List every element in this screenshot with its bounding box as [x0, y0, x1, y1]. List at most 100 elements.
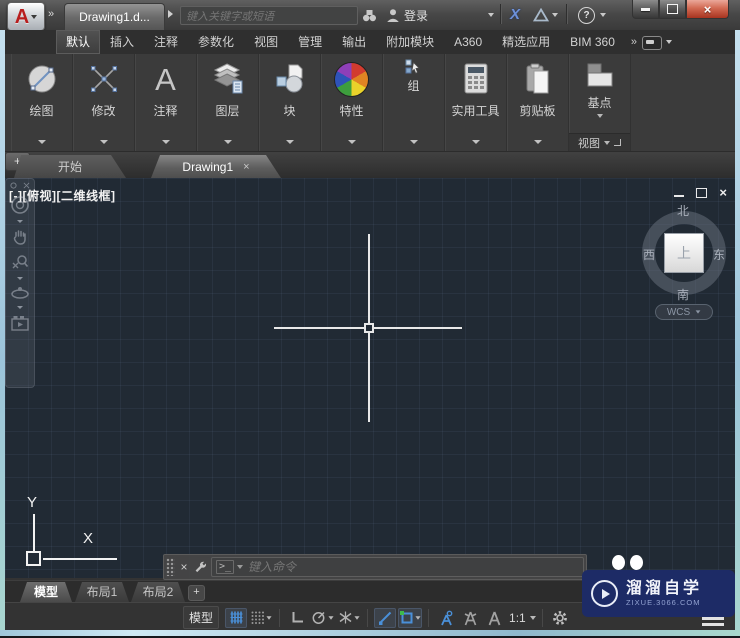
- panel-expand-icon[interactable]: [100, 140, 108, 144]
- minimize-button[interactable]: [632, 0, 659, 19]
- command-drag-grip[interactable]: [166, 558, 175, 576]
- steering-wheel-icon[interactable]: [10, 195, 30, 215]
- ucs-origin-box[interactable]: [26, 551, 41, 566]
- panel-layers[interactable]: 图层: [197, 54, 259, 151]
- pan-hand-icon[interactable]: [11, 228, 29, 246]
- command-input[interactable]: [246, 559, 579, 575]
- ribbon-tab-view[interactable]: 视图: [244, 30, 288, 54]
- new-layout-button[interactable]: +: [188, 585, 205, 601]
- panel-properties[interactable]: 特性: [321, 54, 383, 151]
- panel-expand-icon[interactable]: [410, 140, 418, 144]
- titlebar-document-tab[interactable]: Drawing1.d...: [64, 3, 165, 30]
- search-input[interactable]: [181, 9, 357, 26]
- ribbon-display-options-icon[interactable]: [642, 36, 662, 50]
- base-button-label[interactable]: 基点: [587, 94, 611, 111]
- panel-expand-icon[interactable]: [534, 140, 542, 144]
- panel-expand-icon[interactable]: [162, 140, 170, 144]
- viewcube-north-label[interactable]: 北: [677, 202, 689, 219]
- search-binoculars-icon[interactable]: [362, 6, 377, 24]
- isolate-objects-gear-icon[interactable]: [549, 608, 571, 628]
- close-button[interactable]: ×: [686, 0, 729, 19]
- snap-grid-icon[interactable]: [225, 608, 247, 628]
- panel-expand-icon[interactable]: [286, 140, 294, 144]
- file-tab-close-icon[interactable]: ×: [243, 161, 249, 173]
- polar-dropdown-icon[interactable]: [328, 616, 333, 619]
- command-customize-wrench-icon[interactable]: [193, 560, 207, 574]
- viewcube-west-label[interactable]: 西: [643, 246, 655, 263]
- doc-tab-arrow-icon[interactable]: [168, 10, 173, 18]
- object-snap-tracking-icon[interactable]: [374, 608, 396, 628]
- isometric-drafting-icon[interactable]: [337, 608, 361, 628]
- help-icon[interactable]: ?: [578, 6, 595, 24]
- drawing-canvas[interactable]: [-][俯视][二维线框] × 北 西 东 南 上 WCS: [5, 178, 735, 578]
- user-icon[interactable]: [386, 6, 400, 24]
- drawing-restore-icon[interactable]: [696, 188, 707, 198]
- ortho-mode-icon[interactable]: [286, 608, 308, 628]
- panel-block[interactable]: 块: [259, 54, 321, 151]
- ribbon-tab-annotate[interactable]: 注释: [144, 30, 188, 54]
- wcs-button[interactable]: WCS: [655, 304, 713, 320]
- navigation-bar[interactable]: [5, 178, 35, 388]
- osnap-dropdown-icon[interactable]: [415, 616, 420, 619]
- layout-tab-model[interactable]: 模型: [20, 582, 72, 602]
- file-tab-start[interactable]: 开始: [14, 155, 126, 178]
- drawing-close-icon[interactable]: ×: [719, 187, 727, 199]
- restore-button[interactable]: [659, 0, 686, 19]
- command-prompt-icon[interactable]: >_: [216, 560, 234, 574]
- annotation-scale-icon[interactable]: [483, 608, 505, 628]
- panel-view[interactable]: 基点 视图: [569, 54, 631, 151]
- login-button[interactable]: 登录: [404, 6, 428, 24]
- panel-expand-icon[interactable]: [472, 140, 480, 144]
- dialog-launcher-icon[interactable]: [614, 139, 621, 146]
- command-close-icon[interactable]: ×: [175, 560, 193, 574]
- application-menu-button[interactable]: A: [7, 2, 45, 31]
- panel-expand-icon[interactable]: [348, 140, 356, 144]
- iso-dropdown-icon[interactable]: [354, 616, 359, 619]
- command-recent-dropdown-icon[interactable]: [237, 565, 243, 569]
- panel-annotate[interactable]: A 注释: [135, 54, 197, 151]
- ribbon-tab-manage[interactable]: 管理: [288, 30, 332, 54]
- viewcube-south-label[interactable]: 南: [677, 286, 689, 303]
- help-dropdown-icon[interactable]: [600, 6, 606, 24]
- layout-tab-layout1[interactable]: 布局1: [75, 582, 129, 602]
- object-snap-icon[interactable]: [398, 608, 422, 628]
- viewcube-top-face[interactable]: 上: [664, 233, 704, 273]
- model-space-indicator[interactable]: 模型: [183, 606, 219, 629]
- view-panel-footer[interactable]: 视图: [569, 133, 630, 151]
- panel-clipboard[interactable]: 剪贴板: [507, 54, 569, 151]
- ribbon-tab-bim360[interactable]: BIM 360: [560, 30, 625, 54]
- ribbon-options-dropdown-icon[interactable]: [666, 40, 672, 44]
- orbit-dropdown-icon[interactable]: [17, 306, 23, 309]
- autodesk-exchange-icon[interactable]: X: [510, 5, 520, 23]
- grid-display-icon[interactable]: [249, 608, 273, 628]
- ribbon-tab-a360[interactable]: A360: [444, 30, 492, 54]
- panel-expand-icon[interactable]: [38, 140, 46, 144]
- login-dropdown-icon[interactable]: [488, 6, 494, 24]
- ribbon-tab-addins[interactable]: 附加模块: [376, 30, 444, 54]
- ribbon-tab-default[interactable]: 默认: [56, 30, 100, 54]
- panel-modify[interactable]: 修改: [73, 54, 135, 151]
- file-tab-drawing1[interactable]: Drawing1 ×: [151, 155, 281, 178]
- panel-expand-icon[interactable]: [224, 140, 232, 144]
- command-line-bar[interactable]: × >_: [163, 554, 587, 580]
- panel-utilities[interactable]: 实用工具: [445, 54, 507, 151]
- panel-draw[interactable]: 绘图: [11, 54, 73, 151]
- ribbon-tab-overflow-button[interactable]: »: [625, 30, 642, 54]
- command-input-field[interactable]: >_: [211, 557, 584, 577]
- a360-icon[interactable]: [533, 6, 549, 24]
- grid-dropdown-icon[interactable]: [266, 616, 271, 619]
- zoom-dropdown-icon[interactable]: [17, 277, 23, 280]
- ribbon-tab-insert[interactable]: 插入: [100, 30, 144, 54]
- base-dropdown-icon[interactable]: [597, 114, 603, 118]
- annotation-visibility-icon[interactable]: [435, 608, 457, 628]
- orbit-icon[interactable]: [10, 285, 30, 301]
- ribbon-tab-featured-apps[interactable]: 精选应用: [492, 30, 560, 54]
- annotation-scale-value[interactable]: 1:1: [509, 611, 526, 625]
- view-panel-dropdown-icon[interactable]: [604, 141, 610, 145]
- a360-dropdown-icon[interactable]: [552, 6, 558, 24]
- drawing-minimize-icon[interactable]: [674, 195, 684, 198]
- search-box[interactable]: [180, 6, 358, 25]
- quick-access-expand-button[interactable]: »: [48, 8, 53, 20]
- showmotion-icon[interactable]: [10, 314, 30, 332]
- navbar-dropdown-icon[interactable]: [17, 220, 23, 223]
